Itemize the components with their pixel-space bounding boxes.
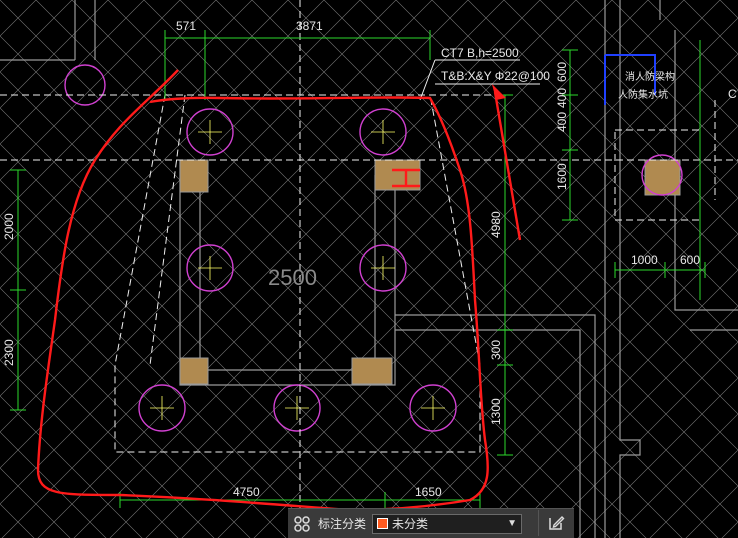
chevron-down-icon: ▼ [507,518,518,529]
edit-icon [549,516,565,530]
dim-right-col-d: 1600 [555,163,569,190]
dim-right-col-a: 600 [555,62,569,82]
annotation-line2: T&B:X&Y Φ22@100 [441,69,550,83]
dim-far-right-a: 1000 [631,253,658,267]
edit-annotation-button[interactable] [538,510,573,536]
cad-canvas[interactable]: 571 3871 CT7 B,h=2500 T&B:X&Y Φ22@100 47… [0,0,738,538]
dim-far-right-b: 600 [680,253,700,267]
category-color-swatch [377,518,389,529]
dim-left-lower: 2300 [2,339,16,366]
dim-bottom-left: 4750 [233,485,260,499]
dim-right-lower-a: 300 [489,340,503,360]
annotation-category-bar: 标注分类 未分类 ▼ [288,508,574,538]
dim-bottom-right: 1650 [415,485,442,499]
right-edge-letter: C [728,87,737,101]
dim-right-lower-b: 1300 [489,398,503,425]
category-grid-icon[interactable] [288,510,316,538]
dim-left-upper: 2000 [2,213,16,240]
category-select[interactable]: 未分类 ▼ [372,513,523,534]
cap-label: 2500 [268,265,317,290]
category-selected-value: 未分类 [392,517,429,531]
right-block-line2: 人防集水坑 [618,88,668,101]
annotation-line1: CT7 B,h=2500 [441,46,519,60]
dim-top-left: 571 [176,19,196,33]
dim-right-col-b: 400 [555,88,569,108]
dim-right-upper: 4980 [489,211,503,238]
dim-right-col-c: 400 [555,112,569,132]
right-block-line1: 消人防梁构 [625,70,675,83]
category-label: 标注分类 [318,517,367,531]
dim-top-mid: 3871 [296,19,323,33]
